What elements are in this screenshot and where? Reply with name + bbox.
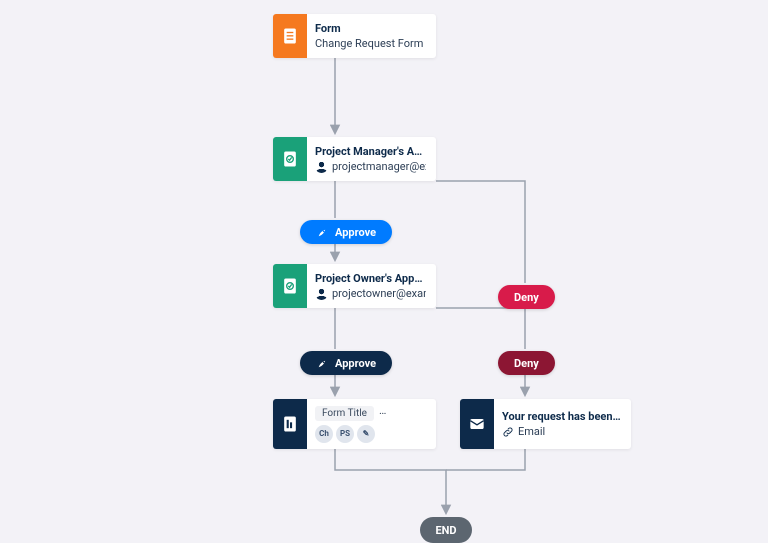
node-form-title: Form (315, 22, 423, 35)
node-po-title: Project Owner's Approval (315, 272, 426, 285)
report-icon (273, 399, 307, 449)
pill-deny-2[interactable]: Deny (498, 351, 555, 375)
tag-approval-report: Approval Report (379, 406, 426, 421)
avatar-edit: ✎ (357, 425, 375, 443)
node-form[interactable]: Form Change Request Form (273, 14, 436, 58)
node-denied-title: Your request has been denied. (502, 410, 621, 423)
node-pm-title: Project Manager's Approval (315, 145, 426, 158)
form-icon (273, 14, 307, 58)
node-denied-channel: Email (502, 425, 621, 438)
report-avatars: ChPS✎ (315, 425, 426, 443)
node-pm-user: projectmanager@exa... (315, 160, 426, 173)
avatar-ps: PS (336, 425, 354, 443)
avatar-ch: Ch (315, 425, 333, 443)
node-denied[interactable]: Your request has been denied. Email (460, 399, 631, 449)
mail-icon (460, 399, 494, 449)
node-report[interactable]: Form Title Approval Report ChPS✎ (273, 399, 436, 449)
approval-icon (273, 264, 307, 308)
node-pm-approval[interactable]: Project Manager's Approval projectmanage… (273, 137, 436, 181)
tag-form-title: Form Title (315, 406, 374, 421)
node-po-user: projectowner@examp... (315, 287, 426, 300)
link-icon (502, 426, 514, 438)
pill-deny-1[interactable]: Deny (498, 285, 555, 309)
approval-icon (273, 137, 307, 181)
rocket-icon (316, 226, 329, 239)
node-form-subtitle: Change Request Form (315, 37, 423, 50)
rocket-icon (316, 357, 329, 370)
workflow-canvas: Form Change Request Form Project Manager… (0, 0, 768, 543)
pill-approve-2[interactable]: Approve (300, 351, 392, 375)
end-node: END (420, 517, 472, 543)
pill-approve-1[interactable]: Approve (300, 220, 392, 244)
node-po-approval[interactable]: Project Owner's Approval projectowner@ex… (273, 264, 436, 308)
report-tags: Form Title Approval Report (315, 406, 426, 421)
